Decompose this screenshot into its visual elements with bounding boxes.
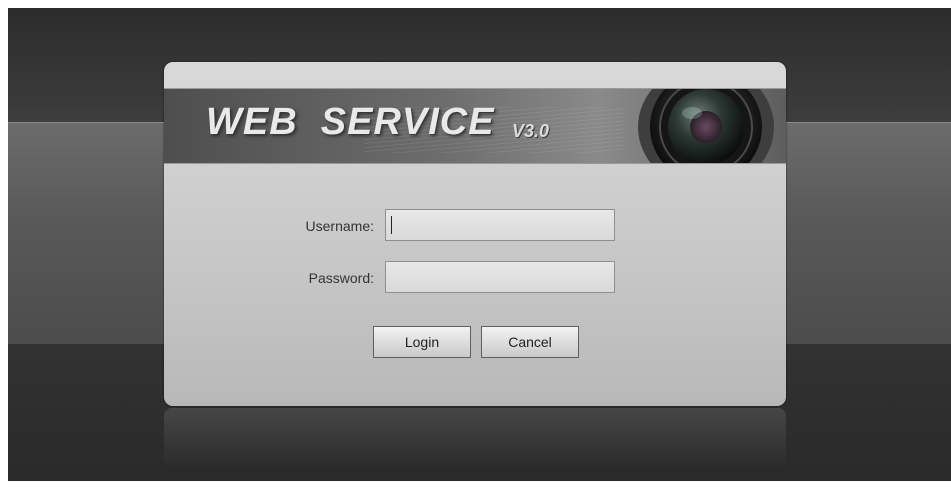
password-input[interactable] (385, 261, 615, 293)
camera-lens-icon (638, 89, 774, 163)
dialog-reflection (164, 408, 786, 468)
username-input[interactable] (385, 209, 615, 241)
username-label: Username: (305, 218, 374, 234)
password-label: Password: (308, 270, 374, 286)
text-cursor (391, 216, 392, 234)
login-button[interactable]: Login (373, 326, 471, 358)
banner-title: WEB SERVICE (206, 101, 495, 143)
cancel-button[interactable]: Cancel (481, 326, 579, 358)
login-page: WEB SERVICE V3.0 Username: Password: Log… (8, 8, 951, 481)
banner-version: V3.0 (512, 121, 550, 141)
web-service-banner: WEB SERVICE V3.0 (164, 88, 786, 164)
login-dialog: WEB SERVICE V3.0 Username: Password: Log… (164, 62, 786, 406)
